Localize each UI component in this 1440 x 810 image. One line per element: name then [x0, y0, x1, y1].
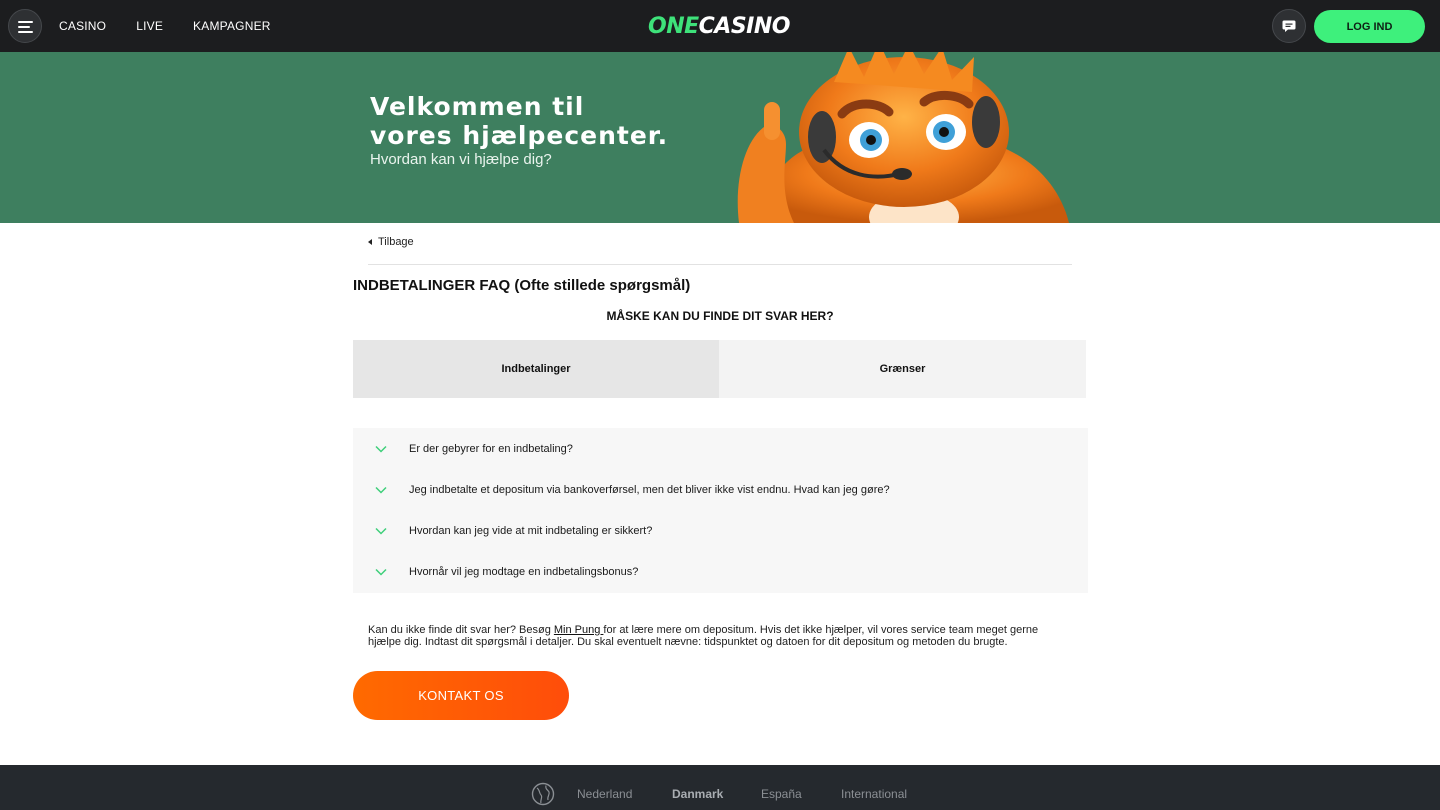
faq-question: Hvornår vil jeg modtage en indbetalingsb…	[409, 565, 639, 578]
contact-button[interactable]: KONTAKT OS	[353, 671, 569, 720]
tab-graenser[interactable]: Grænser	[719, 340, 1086, 398]
chevron-down-icon	[353, 568, 409, 576]
top-bar: CASINO LIVE KAMPAGNER ONE CASINO LOG IND	[0, 0, 1440, 52]
nav-casino[interactable]: CASINO	[59, 19, 106, 33]
footer: Nederland Danmark España International	[0, 765, 1440, 810]
chevron-down-icon	[353, 445, 409, 453]
login-button[interactable]: LOG IND	[1314, 10, 1425, 43]
help-text: Kan du ikke finde dit svar her? Besøg Mi…	[368, 624, 1039, 648]
faq-item[interactable]: Er der gebyrer for en indbetaling?	[353, 428, 1088, 469]
onecasino-logo[interactable]: ONE CASINO	[648, 12, 790, 40]
chat-button[interactable]	[1272, 9, 1306, 43]
nav-kampagner[interactable]: KAMPAGNER	[193, 19, 271, 33]
faq-list: Er der gebyrer for en indbetaling? Jeg i…	[353, 428, 1088, 593]
chat-bubble-icon	[1282, 20, 1296, 32]
triangle-left-icon	[368, 239, 372, 245]
faq-question: Jeg indbetalte et depositum via bankover…	[409, 483, 890, 496]
mascot-illustration	[737, 52, 1069, 223]
back-label: Tilbage	[378, 236, 414, 248]
nav-live[interactable]: LIVE	[136, 19, 163, 33]
back-link[interactable]: Tilbage	[368, 236, 414, 248]
faq-tabs: Indbetalinger Grænser	[353, 340, 1086, 398]
page-subtitle: MÅSKE KAN DU FINDE DIT SVAR HER?	[606, 309, 834, 323]
faq-item[interactable]: Jeg indbetalte et depositum via bankover…	[353, 469, 1088, 510]
faq-question: Er der gebyrer for en indbetaling?	[409, 442, 573, 455]
globe-icon	[531, 782, 555, 806]
faq-item[interactable]: Hvornår vil jeg modtage en indbetalingsb…	[353, 551, 1088, 592]
lang-nederland[interactable]: Nederland	[577, 787, 632, 801]
faq-question: Hvordan kan jeg vide at mit indbetaling …	[409, 524, 653, 537]
lang-international[interactable]: International	[841, 787, 907, 801]
lang-danmark[interactable]: Danmark	[672, 787, 723, 801]
main-nav: CASINO LIVE KAMPAGNER	[59, 0, 301, 52]
hamburger-icon	[18, 21, 33, 23]
page-title: INDBETALINGER FAQ (Ofte stillede spørgsm…	[353, 277, 691, 294]
lang-espana[interactable]: España	[761, 787, 802, 801]
tab-indbetalinger[interactable]: Indbetalinger	[353, 340, 719, 398]
chevron-down-icon	[353, 486, 409, 494]
menu-button[interactable]	[8, 9, 42, 43]
chevron-down-icon	[353, 527, 409, 535]
faq-item[interactable]: Hvordan kan jeg vide at mit indbetaling …	[353, 510, 1088, 551]
hero-title: Velkommen til vores hjælpecenter.	[370, 92, 669, 150]
hero-banner: Velkommen til vores hjælpecenter. Hvorda…	[0, 52, 1440, 223]
min-pung-link[interactable]: Min Pung	[554, 624, 604, 636]
hero-subtitle: Hvordan kan vi hjælpe dig?	[370, 151, 552, 168]
divider	[368, 264, 1072, 265]
